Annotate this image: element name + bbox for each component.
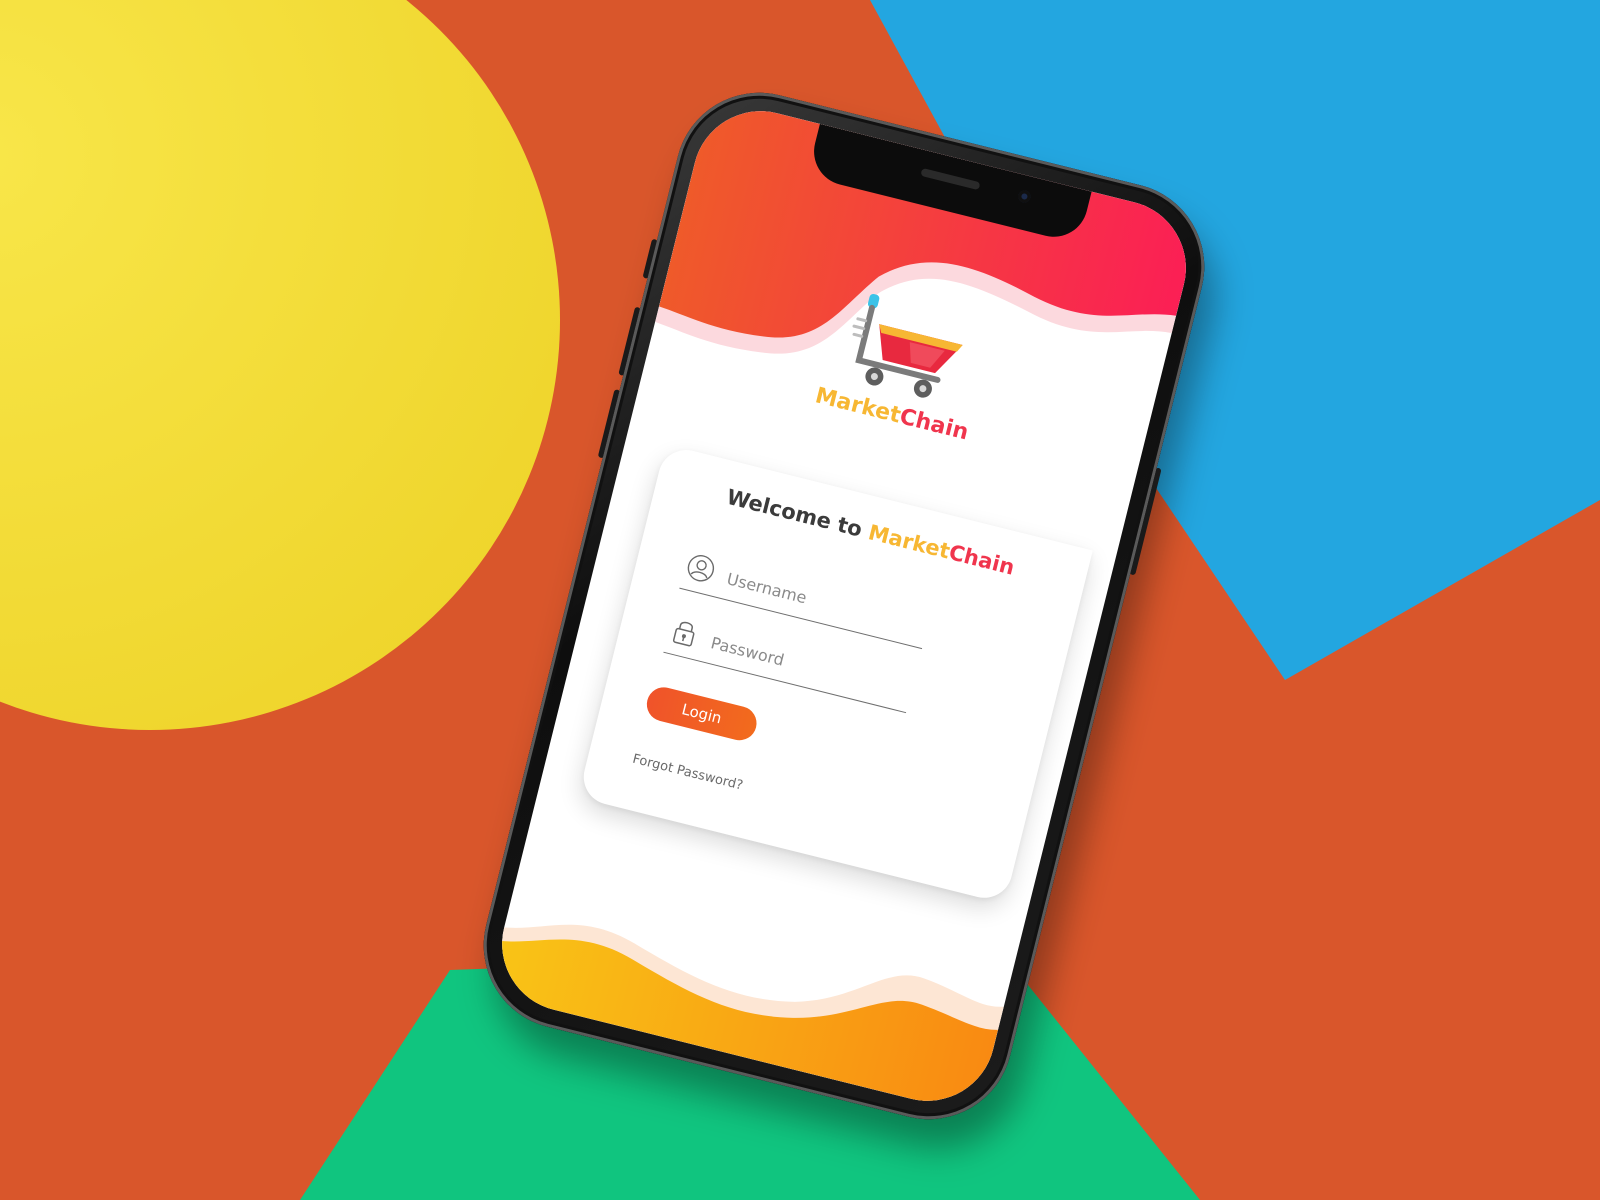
front-camera — [1017, 189, 1032, 204]
speaker-grille — [920, 167, 981, 191]
login-button[interactable]: Login — [643, 683, 761, 744]
welcome-brand-part2: Chain — [946, 540, 1018, 580]
forgot-password-link[interactable]: Forgot Password? — [631, 752, 744, 794]
user-icon — [687, 555, 715, 582]
welcome-prefix: Welcome to — [724, 484, 872, 544]
welcome-brand-part1: Market — [865, 520, 953, 564]
lock-icon — [672, 621, 695, 647]
